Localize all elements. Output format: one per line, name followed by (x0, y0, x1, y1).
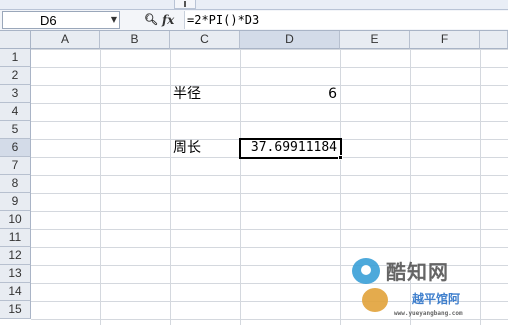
gridline (340, 49, 341, 325)
row-header-4[interactable]: 4 (0, 103, 31, 121)
row-header-7[interactable]: 7 (0, 157, 31, 175)
logo-bubble-icon (352, 258, 380, 284)
column-header-g[interactable] (480, 31, 508, 49)
insert-function-icon[interactable]: fx (162, 12, 174, 28)
search-icon[interactable]: 🔍︎ (144, 12, 158, 28)
row-header-1[interactable]: 1 (0, 49, 31, 67)
row-header-12[interactable]: 12 (0, 247, 31, 265)
gridline (100, 49, 101, 325)
cell-c6[interactable]: 周长 (173, 139, 239, 157)
row-header-3[interactable]: 3 (0, 85, 31, 103)
column-header-d[interactable]: D (240, 31, 340, 49)
watermark-url: www.yueyangbang.com (394, 310, 463, 317)
row-header-10[interactable]: 10 (0, 211, 31, 229)
select-all-corner[interactable] (0, 31, 31, 49)
row-header-11[interactable]: 11 (0, 229, 31, 247)
fill-handle[interactable] (338, 155, 343, 160)
row-header-6[interactable]: 6 (0, 139, 31, 157)
logo-bubble-icon (362, 288, 388, 312)
row-header-13[interactable]: 13 (0, 265, 31, 283)
formula-icons: 🔍︎ fx (140, 12, 182, 28)
column-header-e[interactable]: E (340, 31, 410, 49)
chevron-down-icon[interactable]: ▼ (111, 12, 117, 28)
column-header-f[interactable]: F (410, 31, 480, 49)
cell-d3[interactable]: 6 (240, 85, 340, 103)
column-header-c[interactable]: C (170, 31, 240, 49)
gridline (170, 49, 171, 325)
row-header-8[interactable]: 8 (0, 175, 31, 193)
watermark-subtitle: 越平馆阿 (412, 292, 461, 306)
row-header-15[interactable]: 15 (0, 301, 31, 319)
cell-c3[interactable]: 半径 (173, 85, 239, 103)
active-cell-outline (239, 138, 342, 159)
splitter-handle[interactable] (174, 0, 196, 9)
column-header-a[interactable]: A (31, 31, 100, 49)
row-header-5[interactable]: 5 (0, 121, 31, 139)
top-toolbar-strip (0, 0, 508, 10)
formula-bar: D6 ▼ 🔍︎ fx =2*PI()*D3 (0, 10, 508, 31)
watermark-logo: 酷知网 越平馆阿 www.yueyangbang.com (350, 250, 508, 325)
name-box[interactable]: D6 ▼ (2, 11, 120, 29)
row-header-14[interactable]: 14 (0, 283, 31, 301)
row-header-9[interactable]: 9 (0, 193, 31, 211)
name-box-value: D6 (40, 13, 57, 28)
formula-text: =2*PI()*D3 (187, 13, 260, 27)
column-header-b[interactable]: B (100, 31, 170, 49)
row-header-2[interactable]: 2 (0, 67, 31, 85)
watermark-title: 酷知网 (386, 260, 449, 284)
formula-input[interactable]: =2*PI()*D3 (184, 11, 508, 29)
